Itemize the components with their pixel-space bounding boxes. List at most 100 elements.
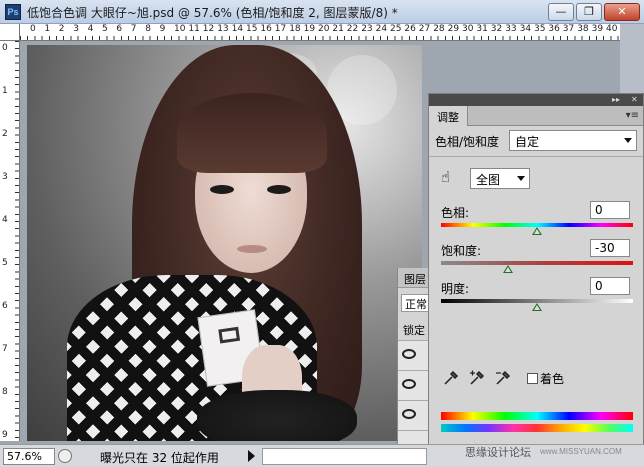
- ruler-tick-label: 3: [73, 24, 79, 34]
- zoom-input[interactable]: 57.6%: [3, 448, 55, 465]
- ruler-tick-label: 25: [390, 24, 402, 34]
- colorize-checkbox[interactable]: [527, 373, 538, 384]
- status-info-icon[interactable]: [58, 449, 72, 463]
- ruler-origin[interactable]: [0, 24, 20, 41]
- ruler-tick-label: 8: [145, 24, 151, 34]
- vertical-ruler[interactable]: 0 1 2 3 4 5 6 7 8 9: [0, 41, 20, 441]
- ruler-tick-label: 29: [447, 24, 460, 34]
- ruler-tick-label: 10: [174, 24, 186, 34]
- ruler-tick-label: 19: [303, 24, 316, 34]
- panel-tab-bar: 调整 ▾≡: [429, 106, 643, 126]
- visibility-eye-icon[interactable]: [402, 379, 416, 389]
- hue-input[interactable]: 0: [590, 201, 630, 219]
- layers-panel: 图层 正常 锁定: [397, 268, 433, 444]
- ruler-tick-label: 14: [231, 24, 244, 34]
- tab-adjustments[interactable]: 调整: [429, 106, 468, 126]
- lightness-slider-thumb[interactable]: [532, 303, 542, 311]
- ruler-tick-label: 9: [159, 24, 166, 34]
- document-canvas[interactable]: [27, 45, 422, 441]
- ruler-tick-label: 31: [476, 24, 488, 34]
- panel-drag-strip[interactable]: ▸▸ ✕: [429, 94, 643, 106]
- hue-label: 色相:: [441, 206, 470, 220]
- input-spectrum-bar: [441, 412, 633, 420]
- ruler-tick-label: 27: [418, 24, 431, 34]
- ruler-tick-label: 0: [2, 43, 8, 53]
- card-mark: [218, 326, 241, 344]
- panel-menu-icon[interactable]: ▾≡: [626, 110, 639, 121]
- channel-value: 全图: [476, 173, 501, 187]
- ruler-tick-label: 3: [2, 172, 8, 182]
- status-menu-arrow-icon[interactable]: [248, 450, 255, 462]
- ruler-tick-label: 36: [548, 24, 560, 34]
- ruler-tick-label: 5: [2, 258, 8, 268]
- adjustments-panel: ▸▸ ✕ 调整 ▾≡ 色相/饱和度 自定 ☝ 全图 色相: 0 饱和度: -30…: [428, 93, 644, 467]
- close-button[interactable]: ✕: [604, 3, 640, 21]
- collapse-icon[interactable]: ▸▸: [612, 95, 620, 104]
- ruler-tick-label: 4: [87, 24, 94, 34]
- photo-eye-left: [210, 185, 234, 194]
- ruler-tick-label: 17: [274, 24, 287, 34]
- ruler-tick-label: 12: [202, 24, 215, 34]
- ruler-tick-label: 35: [534, 24, 546, 34]
- ruler-tick-label: 16: [260, 24, 272, 34]
- ruler-tick-label: 15: [246, 24, 258, 34]
- ruler-tick-label: 5: [102, 24, 108, 34]
- photo-lips: [237, 245, 267, 253]
- saturation-input[interactable]: -30: [590, 239, 630, 257]
- ruler-tick-label: 7: [2, 344, 8, 354]
- ruler-tick-label: 26: [404, 24, 416, 34]
- ruler-tick-label: 32: [490, 24, 503, 34]
- ruler-tick-label: 4: [2, 215, 8, 225]
- ruler-tick-label: 0: [30, 24, 36, 34]
- visibility-eye-icon[interactable]: [402, 409, 416, 419]
- panel-close-icon[interactable]: ✕: [631, 95, 638, 104]
- restore-button[interactable]: ❐: [576, 3, 602, 21]
- visibility-eye-icon[interactable]: [402, 349, 416, 359]
- ruler-tick-label: 21: [332, 24, 344, 34]
- ruler-tick-label: 30: [462, 24, 474, 34]
- horizontal-ruler[interactable]: 0 1 2 3 4 5 6 7 8 9 10 11 12 13 14 15 16 17 18 19 20 21 22 23 24…: [20, 24, 620, 41]
- ruler-tick-label: 1: [2, 86, 8, 96]
- eyedropper-minus-icon[interactable]: [495, 370, 511, 386]
- ruler-tick-label: 22: [346, 24, 359, 34]
- watermark-text: 思缘设计论坛: [465, 446, 531, 459]
- ruler-tick-label: 1: [44, 24, 51, 34]
- ruler-tick-label: 9: [2, 430, 8, 440]
- ruler-tick-label: 23: [361, 24, 373, 34]
- eyedropper-plus-icon[interactable]: [469, 370, 485, 386]
- preset-select[interactable]: 自定: [509, 130, 637, 151]
- hue-slider-thumb[interactable]: [532, 227, 542, 235]
- lightness-input[interactable]: 0: [590, 277, 630, 295]
- photo-bangs: [177, 93, 327, 173]
- ruler-tick-label: 7: [130, 24, 137, 34]
- ruler-tick-label: 24: [375, 24, 388, 34]
- ruler-tick-label: 6: [116, 24, 123, 34]
- saturation-slider-track[interactable]: [441, 261, 633, 265]
- ruler-tick-label: 34: [519, 24, 532, 34]
- ruler-tick-label: 39: [591, 24, 604, 34]
- ruler-tick-label: 8: [2, 387, 8, 397]
- output-spectrum-bar: [441, 424, 633, 432]
- ruler-tick-label: 40: [606, 24, 618, 34]
- channel-select[interactable]: 全图: [470, 168, 530, 189]
- ruler-tick-label: 20: [318, 24, 330, 34]
- adjustment-type-label: 色相/饱和度: [435, 135, 500, 149]
- chevron-down-icon: [517, 176, 525, 181]
- ruler-tick-label: 2: [2, 129, 8, 139]
- eyedropper-icon[interactable]: [443, 370, 459, 386]
- ruler-tick-label: 37: [562, 24, 575, 34]
- photo-eye-right: [267, 185, 291, 194]
- ruler-tick-label: 6: [2, 301, 8, 311]
- saturation-label: 饱和度:: [441, 244, 482, 258]
- horizontal-scrollbar[interactable]: [262, 448, 427, 465]
- photoshop-icon[interactable]: Ps: [5, 4, 21, 20]
- document-title: 低饱合色调 大眼仔~旭.psd @ 57.6% (色相/饱和度 2, 图层蒙版/…: [27, 6, 398, 20]
- ruler-tick-label: 11: [188, 24, 200, 34]
- divider: [429, 156, 643, 157]
- targeted-adjustment-hand-icon[interactable]: ☝: [441, 168, 459, 186]
- lock-label: 锁定: [403, 324, 425, 337]
- preset-value: 自定: [515, 135, 540, 149]
- ruler-tick-label: 2: [58, 24, 65, 34]
- minimize-button[interactable]: —: [548, 3, 574, 21]
- saturation-slider-thumb[interactable]: [503, 265, 513, 273]
